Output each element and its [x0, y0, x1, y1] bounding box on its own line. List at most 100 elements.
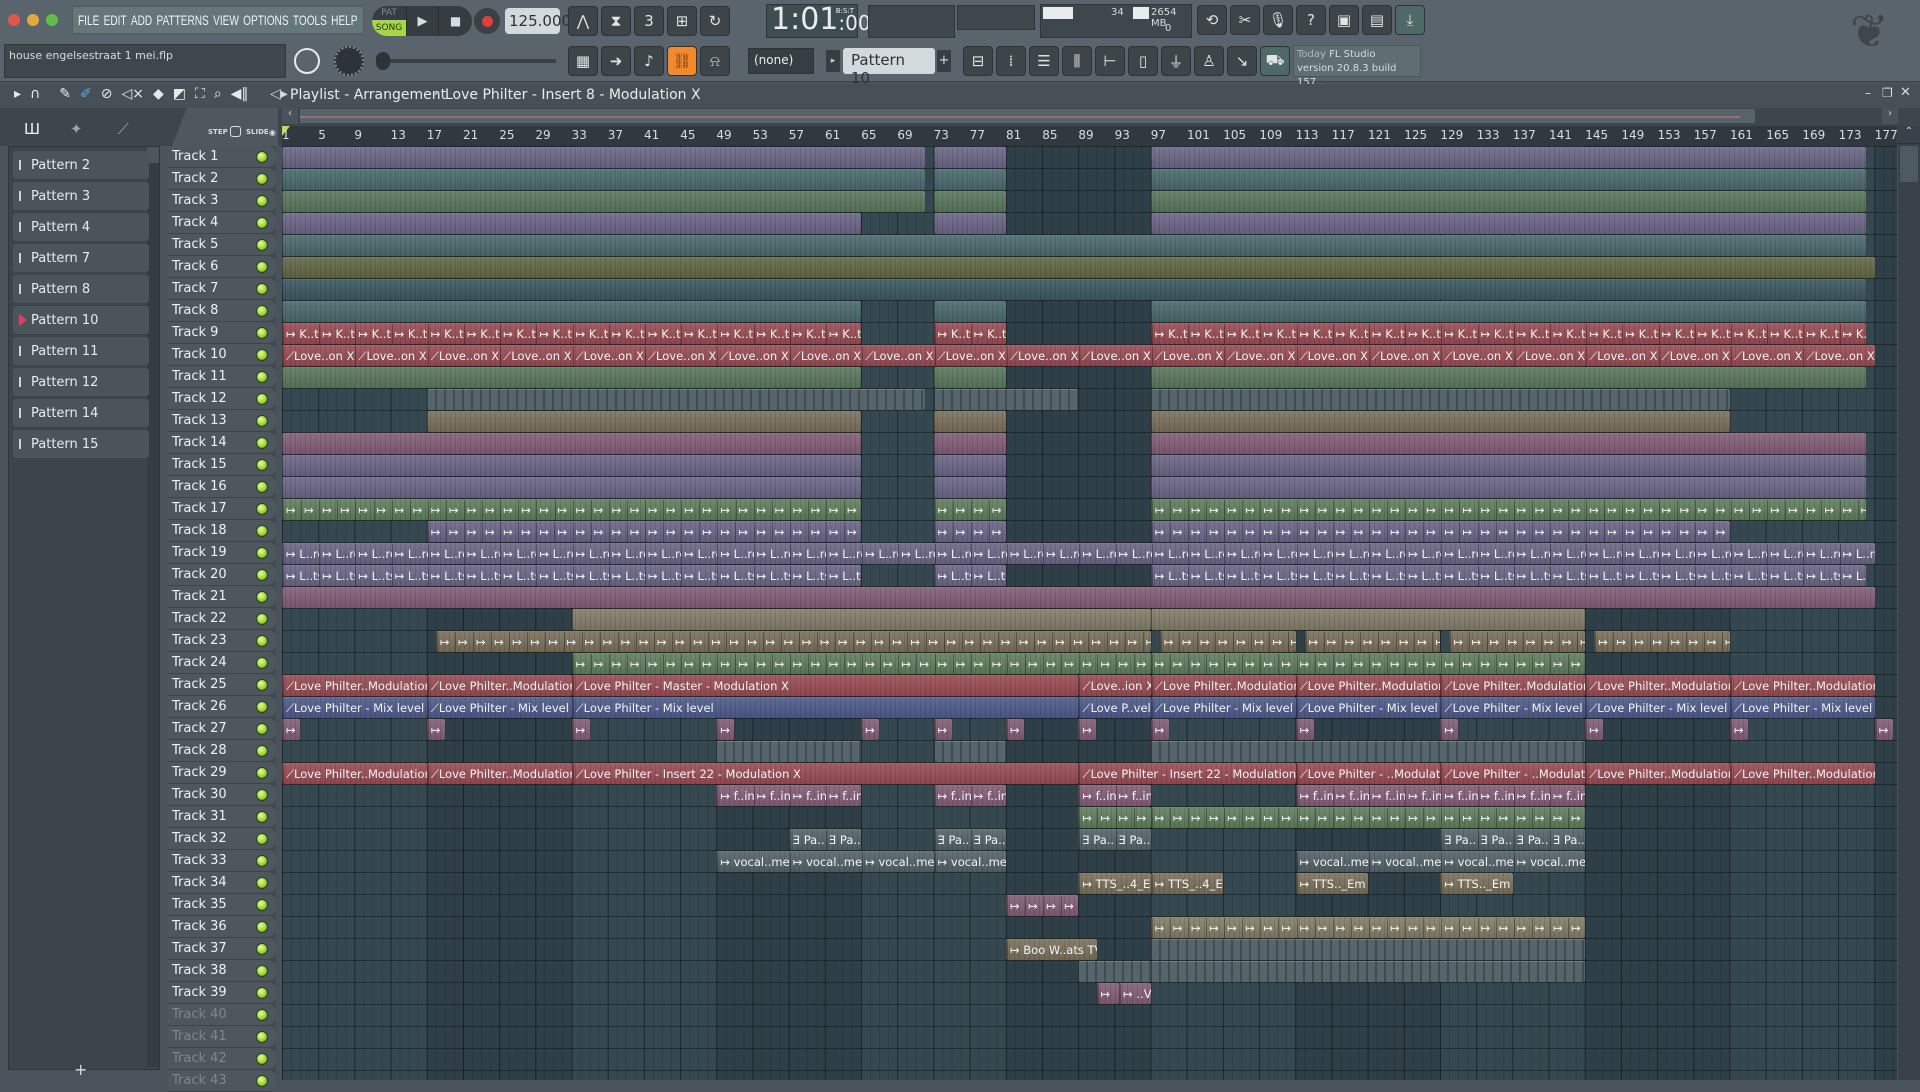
clip[interactable] [716, 741, 862, 762]
track-header[interactable]: Track 12 [168, 388, 276, 410]
clip[interactable]: ⟋Love Philter..Modulation X [1730, 675, 1875, 696]
clip[interactable] [1150, 609, 1586, 630]
track-mute-led[interactable] [256, 173, 268, 185]
clip[interactable] [1150, 147, 1866, 168]
wait-for-input-icon[interactable]: ⧗ [601, 6, 631, 36]
clip[interactable]: ↦ [1096, 983, 1120, 1004]
plugin-icon[interactable]: ⏚ [1161, 46, 1191, 76]
track-mute-led[interactable] [256, 1031, 268, 1043]
clip[interactable]: Ǝ Pa.. Ǝ Pa.. [933, 829, 1006, 850]
pattern-item[interactable]: Pattern 15 [13, 430, 149, 458]
clip[interactable]: ↦ f..in ↦ f..in [1078, 785, 1151, 806]
track-mute-led[interactable] [256, 635, 268, 647]
download-icon[interactable]: ⤓ [1395, 5, 1425, 35]
step-edit-icon[interactable]: ⊞ [667, 6, 697, 36]
track-header[interactable]: Track 31 [168, 806, 276, 828]
clip[interactable]: ↦ [716, 719, 735, 740]
clip[interactable] [282, 477, 862, 498]
clip[interactable]: ↦ vocal..mei [933, 851, 1006, 872]
clip[interactable]: ↦ [426, 719, 445, 740]
track-header[interactable]: Track 4 [168, 212, 276, 234]
track-header[interactable]: Track 29 [168, 762, 276, 784]
track-mute-led[interactable] [256, 723, 268, 735]
track-header[interactable]: Track 40 [168, 1004, 276, 1026]
minimize-window-button[interactable] [27, 14, 39, 26]
clip[interactable]: ↦ TTS_..4_Em [1150, 873, 1224, 894]
track-header[interactable]: Track 42 [168, 1048, 276, 1070]
clip[interactable]: ↦ ..V) [1119, 983, 1151, 1004]
channel-rack-icon[interactable]: ☰ [1029, 46, 1059, 76]
track-mute-led[interactable] [256, 349, 268, 361]
clip[interactable] [282, 279, 1866, 300]
clip[interactable]: ↦ ↦ ↦ ↦ ↦ ↦ ↦ ↦ ↦ ↦ ↦ ↦ ↦ ↦ ↦ ↦ ↦ ↦ ↦ ↦ ↦ ↦ ↦ ↦ ↦ ↦ ↦ ↦ ↦ ↦ ↦ ↦ [282, 499, 862, 520]
add-pattern-plus[interactable]: + [74, 1060, 87, 1079]
clip[interactable] [1150, 433, 1866, 454]
pattern-item[interactable]: Pattern 3 [13, 182, 149, 210]
pattern-item[interactable]: Pattern 11 [13, 337, 149, 365]
menu-help[interactable]: HELP [331, 12, 357, 28]
clip[interactable]: ⟋Love Philter - Mix level [1585, 697, 1730, 718]
clip[interactable]: ↦ Boo W..ats TV) [1006, 939, 1097, 960]
track-header[interactable]: Track 24 [168, 652, 276, 674]
clip[interactable]: ↦ [1006, 719, 1025, 740]
track-mute-led[interactable] [256, 987, 268, 999]
clip[interactable]: Ǝ Pa.. Ǝ Pa.. Ǝ Pa.. Ǝ Pa.. [1440, 829, 1586, 850]
track-header[interactable]: Track 3 [168, 190, 276, 212]
track-header[interactable]: Track 13 [168, 410, 276, 432]
master-slider[interactable] [376, 52, 556, 70]
overview-scrollbar[interactable] [300, 109, 1755, 123]
cut-icon[interactable]: ✂ [1230, 5, 1260, 35]
clip[interactable]: ⟋Love Philter - Insert 22 - Modulation X [571, 763, 1079, 784]
track-header[interactable]: Track 41 [168, 1026, 276, 1048]
clip[interactable]: ⟋Love Philter - ..Modulation [1295, 763, 1441, 784]
menu-options[interactable]: OPTIONS [243, 12, 288, 28]
vertical-scrollbar[interactable]: ⌃ [1898, 126, 1920, 1080]
clip[interactable]: ⟋Love Philter - Mix level [1150, 697, 1296, 718]
microphone-icon[interactable]: 🎙 [1263, 5, 1293, 35]
clip[interactable]: ↦ TTS_..4_Em [1078, 873, 1151, 894]
clip[interactable]: ⟋Love Philter..Modulation X [1585, 763, 1730, 784]
arrow-icon[interactable]: ➜ [601, 46, 631, 76]
project-name-field[interactable]: house engelsestraat 1 mei.flp [4, 44, 286, 78]
automation-view-icon[interactable]: ⟋ [118, 120, 129, 138]
track-header[interactable]: Track 14 [168, 432, 276, 454]
zoom-tool-icon[interactable]: ⌕ [214, 86, 222, 102]
pattern-item[interactable]: Pattern 7 [13, 244, 149, 272]
slip-tool-icon[interactable]: ◆ [153, 86, 164, 102]
menu-view[interactable]: VIEW [213, 12, 239, 28]
track-mute-led[interactable] [256, 701, 268, 713]
clip[interactable]: ↦↦↦↦↦↦↦↦ [1304, 631, 1441, 652]
track-header[interactable]: Track 17 [168, 498, 276, 520]
track-header[interactable]: Track 28 [168, 740, 276, 762]
clip[interactable]: ↦ f..in ↦ f..in ↦ f..in ↦ f..in ↦ f..in ↦ f..… [1295, 785, 1586, 806]
clip[interactable]: ↦ ↦ ↦ ↦ ↦ ↦ ↦ ↦ ↦ ↦ ↦ ↦ ↦ ↦ ↦ ↦ ↦ ↦ ↦ ↦ ↦ ↦ ↦ ↦ ↦ ↦ ↦ ↦ ↦ ↦ ↦ ↦ [571, 653, 1151, 674]
slide-toggle[interactable]: ◉ [269, 128, 276, 137]
midi-controller-icon[interactable]: ⍾ [700, 46, 730, 76]
track-mute-led[interactable] [256, 767, 268, 779]
clip[interactable]: ↦ ↦ ↦ ↦ ↦ ↦ ↦ ↦ ↦ ↦ ↦ ↦ ↦ ↦ ↦ ↦ ↦ ↦ ↦ ↦ ↦ ↦ ↦ ↦ [1150, 917, 1586, 938]
track-mute-led[interactable] [256, 525, 268, 537]
vertical-scroll-handle[interactable] [1900, 146, 1918, 182]
clip[interactable]: ⟋Love Philter..Modulation X [282, 675, 427, 696]
clip[interactable]: Ǝ Pa.. Ǝ Pa.. [1078, 829, 1151, 850]
track-header[interactable]: Track 34 [168, 872, 276, 894]
menu-tools[interactable]: TOOLS [293, 12, 327, 28]
pattern-item[interactable]: Pattern 2 [13, 151, 149, 179]
track-header[interactable]: Track 5 [168, 234, 276, 256]
clip[interactable]: ⟋Love Philter..Modulation X [1585, 675, 1730, 696]
track-mute-led[interactable] [256, 591, 268, 603]
track-header[interactable]: Track 22 [168, 608, 276, 630]
loop-record-icon[interactable]: ↻ [700, 6, 730, 36]
clip[interactable] [1150, 961, 1586, 982]
track-mute-led[interactable] [256, 1009, 268, 1021]
add-pattern-button[interactable]: + [937, 50, 951, 72]
scroll-right-button[interactable]: › [1882, 108, 1898, 124]
clip[interactable]: ↦ [861, 719, 880, 740]
export-icon[interactable]: ↘ [1227, 46, 1257, 76]
track-mute-led[interactable] [256, 789, 268, 801]
clip[interactable]: ↦ L..ts↦ L..ts↦ L..ts↦ L..ts↦ L..ts↦ L..… [282, 565, 862, 586]
restore-playlist-icon[interactable]: ❐ [1882, 86, 1893, 100]
stop-button[interactable]: ■ [438, 6, 472, 36]
track-header[interactable]: Track 25 [168, 674, 276, 696]
clip[interactable] [1150, 741, 1586, 762]
